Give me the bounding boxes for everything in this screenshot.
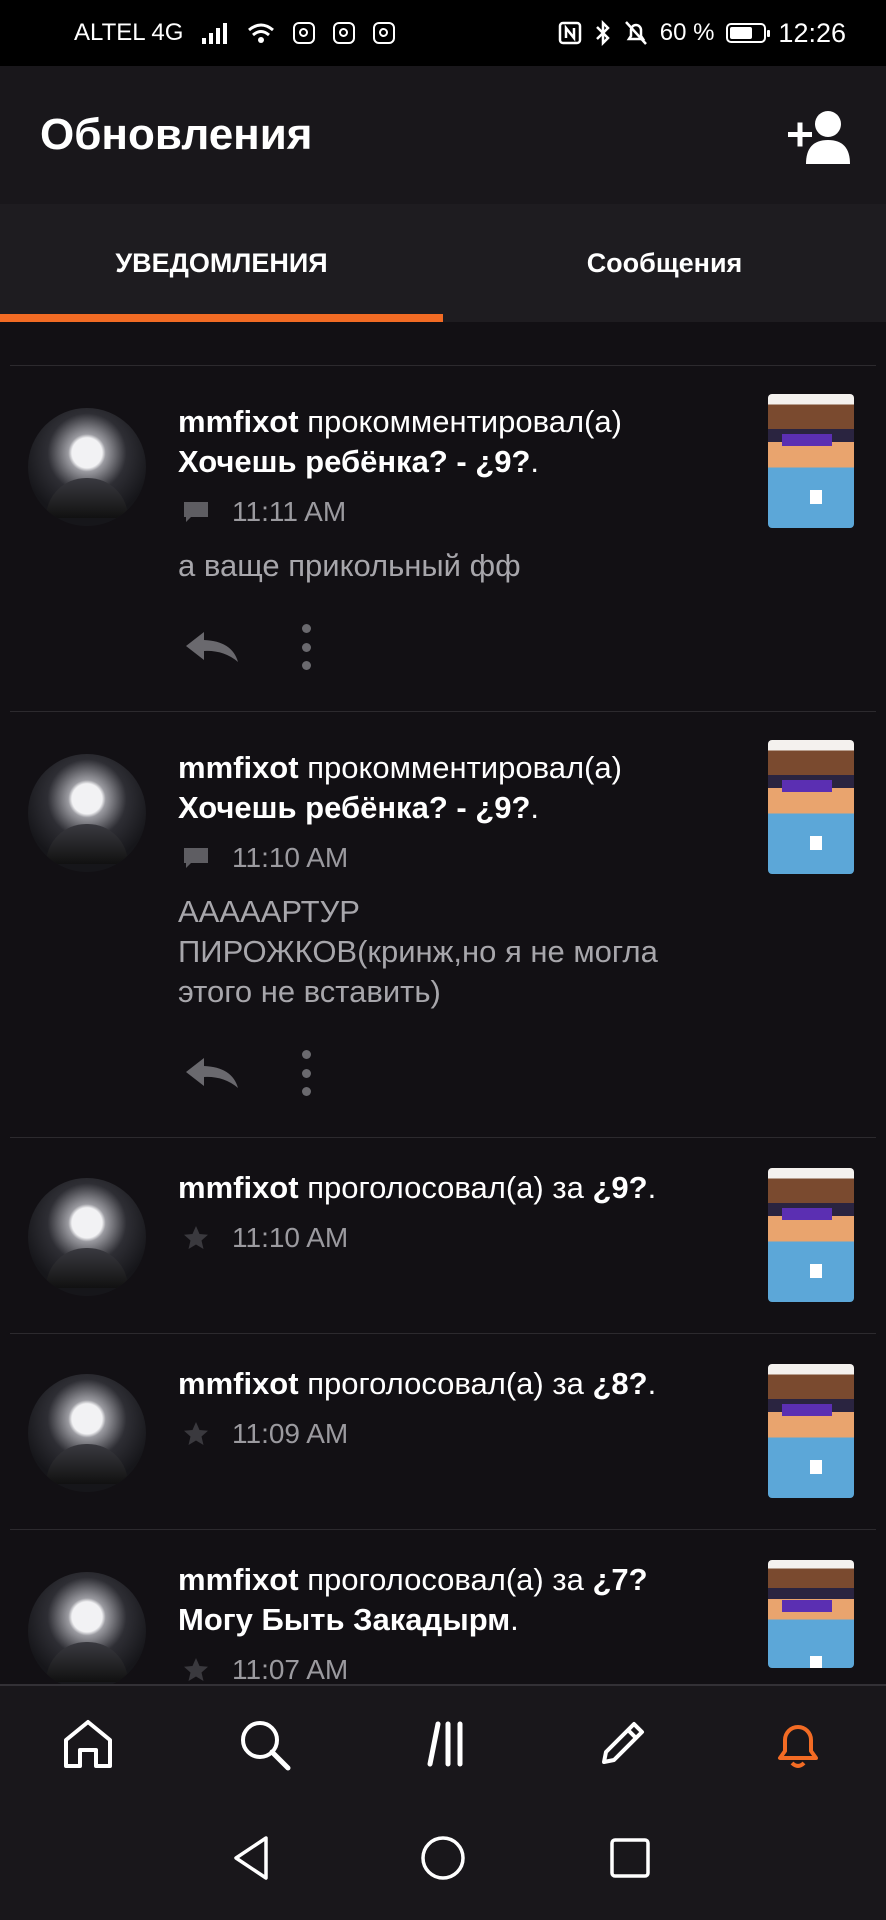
bottom-nav xyxy=(0,1684,886,1816)
back-icon[interactable] xyxy=(226,1832,278,1884)
username[interactable]: mmfixot xyxy=(178,750,299,785)
notification-target: Хочешь ребёнка? - ¿9?. xyxy=(178,790,540,825)
story-link[interactable]: ¿7? xyxy=(592,1562,647,1597)
timestamp: 11:07 AM xyxy=(232,1654,349,1684)
notification-item[interactable]: mmfixot прокомментировал(а) Хочешь ребён… xyxy=(0,366,886,712)
comment-icon xyxy=(178,497,214,527)
avatar[interactable] xyxy=(28,1572,146,1684)
clock: 12:26 xyxy=(778,17,846,48)
story-cover-thumbnail[interactable] xyxy=(768,1168,854,1302)
status-bar: ALTEL 4G 60 % 12:26 xyxy=(0,0,886,66)
avatar[interactable] xyxy=(28,1178,146,1296)
reply-icon[interactable] xyxy=(182,1054,242,1090)
avatar[interactable] xyxy=(28,1374,146,1492)
story-link[interactable]: ¿9? xyxy=(592,1170,647,1205)
username[interactable]: mmfixot xyxy=(178,1562,299,1597)
notification-headline: mmfixot проголосовал(а) за ¿9?. xyxy=(178,1170,657,1205)
nav-home[interactable] xyxy=(56,1712,120,1776)
search-icon xyxy=(241,1721,291,1771)
timestamp: 11:10 AM xyxy=(232,1222,349,1253)
story-link[interactable]: Хочешь ребёнка? - ¿9? xyxy=(178,444,530,479)
battery-icon xyxy=(726,23,771,43)
nav-search[interactable] xyxy=(232,1712,296,1776)
notification-item[interactable]: mmfixot проголосовал(а) за ¿7? Могу Быть… xyxy=(0,1530,886,1684)
timestamp: 11:10 AM xyxy=(232,842,349,873)
wifi-icon xyxy=(248,23,275,43)
nav-notifications[interactable] xyxy=(766,1712,830,1776)
notification-meta: 11:09 AM xyxy=(178,1416,348,1452)
instagram-icon xyxy=(373,22,396,44)
active-tab-indicator xyxy=(0,314,443,322)
timestamp: 11:09 AM xyxy=(232,1418,349,1449)
notification-meta: 11:10 AM xyxy=(178,1220,348,1256)
home-icon xyxy=(64,1720,112,1768)
bluetooth-icon xyxy=(595,20,610,46)
avatar[interactable] xyxy=(28,754,146,872)
notification-headline: mmfixot проголосовал(а) за ¿8?. xyxy=(178,1366,657,1401)
system-nav-bar xyxy=(0,1794,886,1920)
page-title: Обновления xyxy=(40,110,313,159)
story-cover-thumbnail[interactable] xyxy=(768,1560,854,1668)
story-cover-thumbnail[interactable] xyxy=(768,1364,854,1498)
library-icon xyxy=(427,1721,463,1767)
bell-icon xyxy=(778,1725,818,1768)
nav-write[interactable] xyxy=(590,1712,654,1776)
notification-target: Хочешь ребёнка? - ¿9?. xyxy=(178,444,540,479)
bell-off-icon xyxy=(624,21,647,45)
story-link[interactable]: Хочешь ребёнка? - ¿9? xyxy=(178,790,530,825)
notification-meta: 11:11 AM xyxy=(178,494,346,530)
home-circle-icon[interactable] xyxy=(417,1832,469,1884)
comment-text: а ваще прикольный фф xyxy=(178,548,521,583)
notification-list[interactable]: mmfixot прокомментировал(а) Хочешь ребён… xyxy=(0,322,886,1684)
notification-headline: mmfixot прокомментировал(а) xyxy=(178,404,622,439)
star-icon xyxy=(178,1223,214,1253)
story-link[interactable]: ¿8? xyxy=(592,1366,647,1401)
avatar[interactable] xyxy=(28,408,146,526)
carrier-label: ALTEL 4G xyxy=(74,19,184,46)
tab-messages[interactable]: Сообщения xyxy=(443,204,886,322)
nfc-icon xyxy=(558,21,581,45)
comment-text: АААААРТУР ПИРОЖКОВ(кринж,но я не могла э… xyxy=(178,894,658,1009)
notification-headline: mmfixot прокомментировал(а) xyxy=(178,750,622,785)
timestamp: 11:11 AM xyxy=(232,496,347,527)
app-header: Обновления xyxy=(0,66,886,204)
notification-item[interactable]: mmfixot проголосовал(а) за ¿8?. 11:09 AM xyxy=(0,1334,886,1530)
more-options-icon[interactable] xyxy=(296,624,316,670)
story-cover-thumbnail[interactable] xyxy=(768,740,854,874)
instagram-icon xyxy=(293,22,316,44)
battery-percent: 60 % xyxy=(659,19,715,46)
star-icon xyxy=(178,1419,214,1449)
star-icon xyxy=(178,1655,214,1684)
recents-icon[interactable] xyxy=(604,1832,656,1884)
more-options-icon[interactable] xyxy=(296,1050,316,1096)
notification-meta: 11:10 AM xyxy=(178,840,348,876)
story-cover-thumbnail[interactable] xyxy=(768,394,854,528)
tab-notifications[interactable]: УВЕДОМЛЕНИЯ xyxy=(0,204,443,322)
tab-bar: УВЕДОМЛЕНИЯ Сообщения xyxy=(0,204,886,322)
username[interactable]: mmfixot xyxy=(178,404,299,439)
notification-headline: mmfixot проголосовал(а) за ¿7? xyxy=(178,1562,648,1597)
notification-item[interactable]: mmfixot проголосовал(а) за ¿9?. 11:10 AM xyxy=(0,1138,886,1334)
story-link-title[interactable]: Могу Быть Закадырм xyxy=(178,1602,510,1637)
username[interactable]: mmfixot xyxy=(178,1170,299,1205)
notification-item[interactable]: mmfixot прокомментировал(а) Хочешь ребён… xyxy=(0,712,886,1138)
reply-icon[interactable] xyxy=(182,628,242,664)
add-user-icon[interactable] xyxy=(788,108,858,166)
pencil-icon xyxy=(602,1722,644,1764)
username[interactable]: mmfixot xyxy=(178,1366,299,1401)
notification-target: Могу Быть Закадырм. xyxy=(178,1602,519,1637)
signal-icon xyxy=(202,23,228,44)
nav-library[interactable] xyxy=(412,1712,476,1776)
notification-meta: 11:07 AM xyxy=(178,1652,348,1684)
instagram-icon xyxy=(333,22,356,44)
comment-icon xyxy=(178,843,214,873)
